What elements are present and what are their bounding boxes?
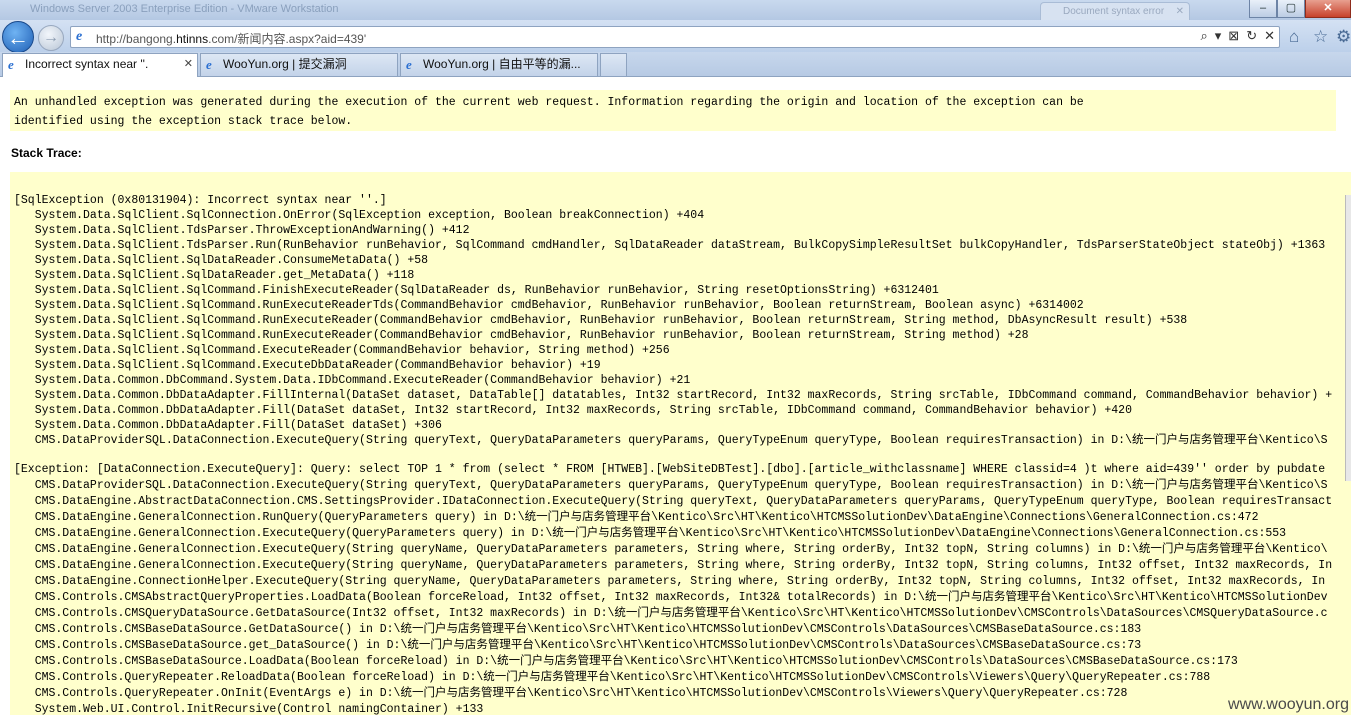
window-title: Windows Server 2003 Enterprise Edition -… xyxy=(30,3,339,15)
ghost-tab[interactable]: Document syntax error ✕ xyxy=(1040,2,1190,20)
tab-label: WooYun.org | 提交漏洞 xyxy=(223,57,347,71)
stack-trace-line: CMS.Controls.CMSBaseDataSource.GetDataSo… xyxy=(14,623,1142,636)
stack-trace-line: CMS.Controls.QueryRepeater.ReloadData(Bo… xyxy=(14,671,1211,684)
home-icon[interactable]: ⌂ xyxy=(1289,27,1299,47)
stack-trace-line: CMS.Controls.CMSBaseDataSource.get_DataS… xyxy=(14,639,1142,652)
minimize-button[interactable]: – xyxy=(1249,0,1277,18)
stack-trace-line: System.Web.UI.Control.InitRecursive(Cont… xyxy=(14,703,484,715)
stack-trace-line: System.Data.SqlClient.SqlConnection.OnEr… xyxy=(14,209,705,222)
scrollbar[interactable] xyxy=(1345,195,1351,481)
stack-trace-line: System.Data.SqlClient.SqlCommand.RunExec… xyxy=(14,329,1029,342)
stop-icon[interactable]: ✕ xyxy=(1264,28,1275,44)
window-controls: – ▢ ✕ xyxy=(1249,0,1351,18)
address-tools: ⌕ ▾ ⊠ ↻ ✕ xyxy=(1200,28,1275,44)
stack-trace-line: System.Data.SqlClient.SqlCommand.RunExec… xyxy=(14,314,1188,327)
stack-trace-line: CMS.DataProviderSQL.DataConnection.Execu… xyxy=(14,434,1328,447)
stack-trace-line: CMS.DataEngine.GeneralConnection.RunQuer… xyxy=(14,511,1259,524)
error-message-line1: An unhandled exception was generated dur… xyxy=(14,96,1084,109)
stack-trace-line: CMS.Controls.CMSBaseDataSource.LoadData(… xyxy=(14,655,1238,668)
stack-trace-line: System.Data.Common.DbDataAdapter.Fill(Da… xyxy=(14,404,1132,417)
back-button[interactable]: ← xyxy=(2,21,34,53)
error-message-line2: identified using the exception stack tra… xyxy=(14,115,353,128)
stack-trace-sql-exception: [SqlException (0x80131904): Incorrect sy… xyxy=(14,193,1332,448)
tab-label: Incorrect syntax near ''. xyxy=(25,57,149,71)
close-tab-icon[interactable]: ✕ xyxy=(184,54,193,75)
dropdown-icon[interactable]: ▾ xyxy=(1215,28,1222,44)
stack-trace-exception: [Exception: [DataConnection.ExecuteQuery… xyxy=(14,462,1332,715)
ghost-tab-label: Document syntax error xyxy=(1063,6,1165,17)
stack-trace-box: [SqlException (0x80131904): Incorrect sy… xyxy=(10,172,1351,715)
window-title-bar: Windows Server 2003 Enterprise Edition -… xyxy=(0,0,1351,20)
favorites-star-icon[interactable]: ☆ xyxy=(1313,27,1328,47)
stack-trace-line: System.Data.SqlClient.SqlCommand.FinishE… xyxy=(14,284,939,297)
stack-trace-line: System.Data.SqlClient.TdsParser.Run(RunB… xyxy=(14,239,1326,252)
address-bar[interactable]: e http://bangong.htinns.com/新闻内容.aspx?ai… xyxy=(70,26,1280,48)
url-text[interactable]: http://bangong.htinns.com/新闻内容.aspx?aid=… xyxy=(96,30,366,47)
tab-label: WooYun.org | 自由平等的漏... xyxy=(423,57,581,71)
stack-trace-line: CMS.Controls.CMSAbstractQueryProperties.… xyxy=(14,591,1328,604)
stack-trace-line: CMS.DataEngine.ConnectionHelper.ExecuteQ… xyxy=(14,575,1326,588)
stack-trace-line: [Exception: [DataConnection.ExecuteQuery… xyxy=(14,463,1326,476)
stack-trace-line: CMS.DataProviderSQL.DataConnection.Execu… xyxy=(14,479,1328,492)
maximize-button[interactable]: ▢ xyxy=(1277,0,1305,18)
refresh-icon[interactable]: ↻ xyxy=(1246,28,1257,44)
stack-trace-line: System.Data.SqlClient.SqlCommand.Execute… xyxy=(14,344,670,357)
tab-incorrect-syntax[interactable]: e Incorrect syntax near ''. ✕ xyxy=(2,53,198,77)
watermark: www.wooyun.org xyxy=(1228,696,1349,713)
stack-trace-line: System.Data.Common.DbDataAdapter.Fill(Da… xyxy=(14,419,442,432)
stack-trace-line: CMS.DataEngine.GeneralConnection.Execute… xyxy=(14,527,1287,540)
navigation-bar: ← → e http://bangong.htinns.com/新闻内容.asp… xyxy=(0,20,1351,53)
search-icon[interactable]: ⌕ xyxy=(1200,28,1207,44)
stack-trace-line: CMS.Controls.CMSQueryDataSource.GetDataS… xyxy=(14,607,1328,620)
stack-trace-line: System.Data.SqlClient.SqlCommand.Execute… xyxy=(14,359,601,372)
stack-trace-line: CMS.DataEngine.AbstractDataConnection.CM… xyxy=(14,495,1333,508)
ie-icon: e xyxy=(406,57,412,72)
stack-trace-line: System.Data.Common.DbCommand.System.Data… xyxy=(14,374,691,387)
tab-bar: e Incorrect syntax near ''. ✕ e WooYun.o… xyxy=(0,52,1351,77)
stack-trace-line: CMS.DataEngine.GeneralConnection.Execute… xyxy=(14,559,1333,572)
forward-button[interactable]: → xyxy=(38,25,64,51)
tab-wooyun-submit[interactable]: e WooYun.org | 提交漏洞 xyxy=(200,53,398,76)
close-window-button[interactable]: ✕ xyxy=(1305,0,1351,18)
compat-view-icon[interactable]: ⊠ xyxy=(1228,28,1239,44)
stack-trace-line: CMS.DataEngine.GeneralConnection.Execute… xyxy=(14,543,1328,556)
new-tab-button[interactable] xyxy=(600,53,627,76)
stack-trace-line: CMS.Controls.QueryRepeater.OnInit(EventA… xyxy=(14,687,1128,700)
stack-trace-title: Stack Trace: xyxy=(11,146,82,160)
close-icon[interactable]: ✕ xyxy=(1176,3,1184,20)
ie-icon: e xyxy=(76,29,83,44)
page-content: An unhandled exception was generated dur… xyxy=(0,77,1351,715)
error-message-box: An unhandled exception was generated dur… xyxy=(10,90,1336,131)
stack-trace-line: System.Data.SqlClient.SqlCommand.RunExec… xyxy=(14,299,1084,312)
gear-icon[interactable]: ⚙ xyxy=(1336,27,1351,47)
ie-icon: e xyxy=(8,57,14,72)
ie-icon: e xyxy=(206,57,212,72)
stack-trace-line: System.Data.SqlClient.SqlDataReader.Cons… xyxy=(14,254,429,267)
stack-trace-line: System.Data.SqlClient.SqlDataReader.get_… xyxy=(14,269,415,282)
tab-wooyun-home[interactable]: e WooYun.org | 自由平等的漏... xyxy=(400,53,598,76)
stack-trace-line: System.Data.Common.DbDataAdapter.FillInt… xyxy=(14,389,1333,402)
stack-trace-line: [SqlException (0x80131904): Incorrect sy… xyxy=(14,194,387,207)
stack-trace-line: System.Data.SqlClient.TdsParser.ThrowExc… xyxy=(14,224,470,237)
